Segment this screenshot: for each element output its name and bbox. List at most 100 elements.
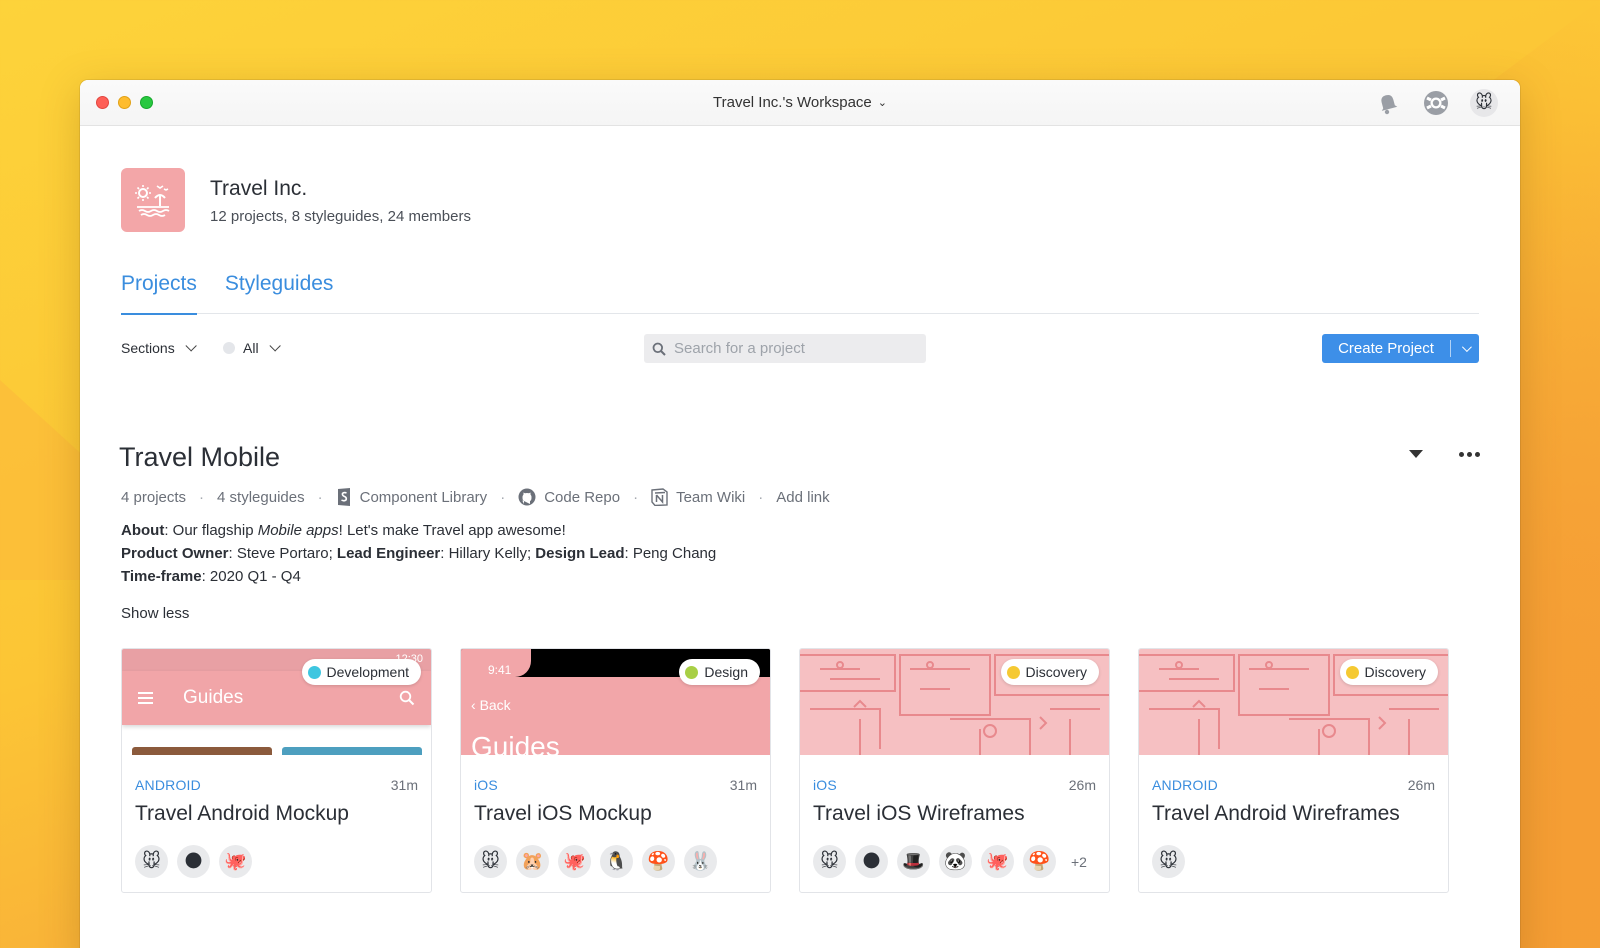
search-input[interactable] (674, 340, 914, 357)
updated-time: 26m (1068, 777, 1096, 793)
code-repo-label: Code Repo (544, 488, 621, 506)
project-search (644, 334, 926, 363)
platform-label: ANDROID (1152, 777, 1218, 793)
org-logo (121, 168, 185, 232)
sections-label: Sections (121, 340, 175, 356)
bell-icon[interactable] (1374, 89, 1402, 117)
sections-dropdown[interactable]: Sections (121, 340, 197, 356)
component-library-label: Component Library (359, 488, 488, 506)
avatar[interactable]: 🍄 (1023, 845, 1056, 878)
chevron-down-icon (1461, 342, 1472, 353)
project-card[interactable]: Discovery ANDROID 26m Travel Android Wir… (1138, 648, 1449, 893)
status-filter-dropdown[interactable]: All (223, 340, 281, 356)
user-avatar[interactable]: 🐭 (1470, 89, 1498, 117)
org-meta: 12 projects, 8 styleguides, 24 members (210, 208, 471, 225)
avatar[interactable]: 🎩 (897, 845, 930, 878)
project-cards: 12:30 Guides Development ANDROID 31m Tra… (121, 648, 1449, 893)
code-repo-link[interactable]: Code Repo (518, 488, 620, 506)
more-members-count[interactable]: +2 (1071, 854, 1087, 870)
timeframe-line: Time-frame: 2020 Q1 - Q4 (121, 568, 301, 585)
thumb-title: Guides (183, 687, 244, 708)
search-icon (399, 690, 415, 706)
create-project-label: Create Project (1338, 340, 1434, 357)
project-title: Travel iOS Wireframes (813, 802, 1025, 825)
project-title: Travel Android Mockup (135, 802, 349, 825)
filter-label: All (243, 340, 259, 356)
chevron-down-icon: ⌄ (877, 97, 887, 109)
show-less-button[interactable]: Show less (121, 605, 189, 622)
workspace-switcher[interactable]: Travel Inc.'s Workspace ⌄ (80, 94, 1520, 111)
help-lifebuoy-icon[interactable] (1422, 89, 1450, 117)
hamburger-icon (138, 692, 153, 704)
search-icon (652, 342, 666, 356)
more-options-icon[interactable] (1459, 451, 1480, 457)
project-title: Travel iOS Mockup (474, 802, 652, 825)
project-card[interactable]: Discovery iOS 26m Travel iOS Wireframes … (799, 648, 1110, 893)
workspace-title: Travel Inc.'s Workspace (713, 94, 872, 111)
status-dot-icon (1006, 665, 1020, 679)
org-name: Travel Inc. (210, 177, 308, 200)
team-wiki-label: Team Wiki (676, 488, 746, 506)
add-link-button[interactable]: Add link (776, 489, 829, 506)
create-project-button[interactable]: Create Project (1322, 334, 1479, 363)
avatar[interactable]: 🐙 (558, 845, 591, 878)
github-icon (518, 488, 536, 506)
status-dot-icon (223, 342, 235, 354)
separator: · (500, 488, 506, 506)
project-thumbnail: Discovery (1139, 649, 1448, 755)
thumb-back: ‹ Back (471, 697, 511, 713)
workspace-content: Travel Inc. 12 projects, 8 styleguides, … (80, 126, 1520, 948)
about-line: About: Our flagship Mobile apps! Let's m… (121, 522, 566, 539)
component-library-link[interactable]: Component Library (336, 488, 488, 506)
status-badge: Discovery (1000, 659, 1099, 685)
collapse-caret-icon[interactable] (1409, 450, 1423, 458)
avatar[interactable]: 🌑 (855, 845, 888, 878)
storybook-icon (337, 488, 350, 506)
tab-styleguides[interactable]: Styleguides (225, 272, 334, 314)
thumb-time: 9:41 (488, 663, 512, 677)
thumb-title: Guides (471, 731, 560, 755)
app-window: Travel Inc.'s Workspace ⌄ 🐭 Travel Inc. 1… (80, 80, 1520, 948)
updated-time: 26m (1407, 777, 1435, 793)
avatar[interactable]: 🐙 (981, 845, 1014, 878)
separator: · (633, 488, 639, 506)
separator: · (199, 488, 205, 506)
avatar[interactable]: 🐹 (516, 845, 549, 878)
section-actions (1409, 450, 1480, 458)
avatar[interactable]: 🐧 (600, 845, 633, 878)
team-wiki-link[interactable]: Team Wiki (651, 488, 745, 506)
create-options-dropdown[interactable] (1451, 342, 1479, 353)
avatar[interactable]: 🐙 (219, 845, 252, 878)
title-bar: Travel Inc.'s Workspace ⌄ 🐭 (80, 80, 1520, 126)
avatar[interactable]: 🐭 (474, 845, 507, 878)
status-badge: Design (679, 659, 760, 685)
avatar[interactable]: 🍄 (642, 845, 675, 878)
project-thumbnail: 12:30 Guides Development (122, 649, 431, 755)
avatar[interactable]: 🌑 (177, 845, 210, 878)
chevron-down-icon (185, 340, 197, 352)
separator: · (317, 488, 323, 506)
avatar[interactable]: 🐼 (939, 845, 972, 878)
styleguides-count[interactable]: 4 styleguides (217, 489, 305, 506)
tab-projects[interactable]: Projects (121, 272, 197, 315)
updated-time: 31m (729, 777, 757, 793)
member-avatars: 🐭 🐹 🐙 🐧 🍄 🐰 (474, 845, 717, 878)
avatar[interactable]: 🐭 (813, 845, 846, 878)
avatar[interactable]: 🐰 (684, 845, 717, 878)
member-avatars: 🐭 🌑 🐙 (135, 845, 252, 878)
top-icons: 🐭 (1374, 89, 1498, 117)
avatar[interactable]: 🐭 (1152, 845, 1185, 878)
platform-label: ANDROID (135, 777, 201, 793)
status-dot-icon (307, 665, 321, 679)
avatar[interactable]: 🐭 (135, 845, 168, 878)
projects-count[interactable]: 4 projects (121, 489, 186, 506)
notion-icon (651, 488, 668, 506)
project-thumbnail: Discovery (800, 649, 1109, 755)
updated-time: 31m (390, 777, 418, 793)
team-line: Product Owner: Steve Portaro; Lead Engin… (121, 545, 717, 562)
platform-label: iOS (474, 777, 498, 793)
project-card[interactable]: 9:41 ‹ Back Guides Design iOS 31m Travel… (460, 648, 771, 893)
tab-bar: Projects Styleguides (121, 272, 1479, 315)
member-avatars: 🐭 🌑 🎩 🐼 🐙 🍄 +2 (813, 845, 1087, 878)
project-card[interactable]: 12:30 Guides Development ANDROID 31m Tra… (121, 648, 432, 893)
